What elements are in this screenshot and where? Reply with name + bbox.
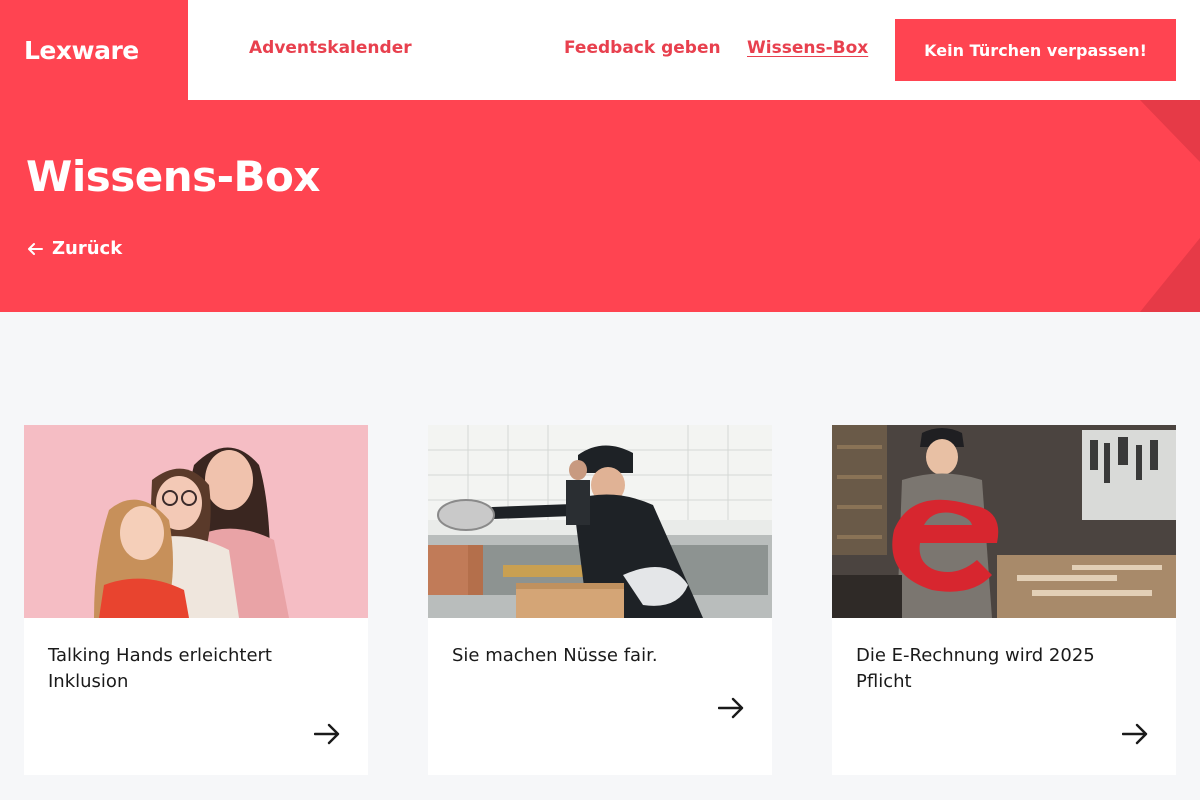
card-image-kitchen-chef (428, 425, 772, 618)
card-image-workshop (832, 425, 1176, 618)
card-image-three-women (24, 425, 368, 618)
card-title: Sie machen Nüsse fair. (452, 645, 658, 666)
cta-button[interactable]: Kein Türchen verpassen! (895, 19, 1176, 81)
page-title: Wissens-Box (26, 152, 321, 201)
arrow-right-icon (314, 723, 340, 745)
article-card-e-rechnung[interactable]: Die E-Rechnung wird 2025 Pflicht (832, 425, 1176, 775)
nav-link-adventskalender[interactable]: Adventskalender (249, 38, 412, 58)
hero-decoration (1140, 100, 1200, 312)
card-title: Talking Hands erleichtert Inklusion (48, 645, 272, 692)
card-title: Die E-Rechnung wird 2025 Pflicht (856, 645, 1095, 692)
top-navigation: Lexware Adventskalender Feedback geben W… (0, 0, 1200, 100)
article-card-nuesse[interactable]: Sie machen Nüsse fair. (428, 425, 772, 775)
arrow-right-icon (1122, 723, 1148, 745)
logo[interactable]: Lexware (0, 0, 188, 100)
nav-link-wissens-box[interactable]: Wissens-Box (747, 38, 868, 58)
arrow-left-icon (28, 242, 43, 255)
logo-text: Lexware (24, 35, 139, 65)
hero-banner: Wissens-Box Zurück (0, 100, 1200, 312)
arrow-right-icon (718, 697, 744, 719)
back-link[interactable]: Zurück (26, 238, 122, 259)
article-card-talking-hands[interactable]: Talking Hands erleichtert Inklusion (24, 425, 368, 775)
nav-link-feedback[interactable]: Feedback geben (564, 38, 721, 58)
back-link-label: Zurück (52, 238, 123, 259)
